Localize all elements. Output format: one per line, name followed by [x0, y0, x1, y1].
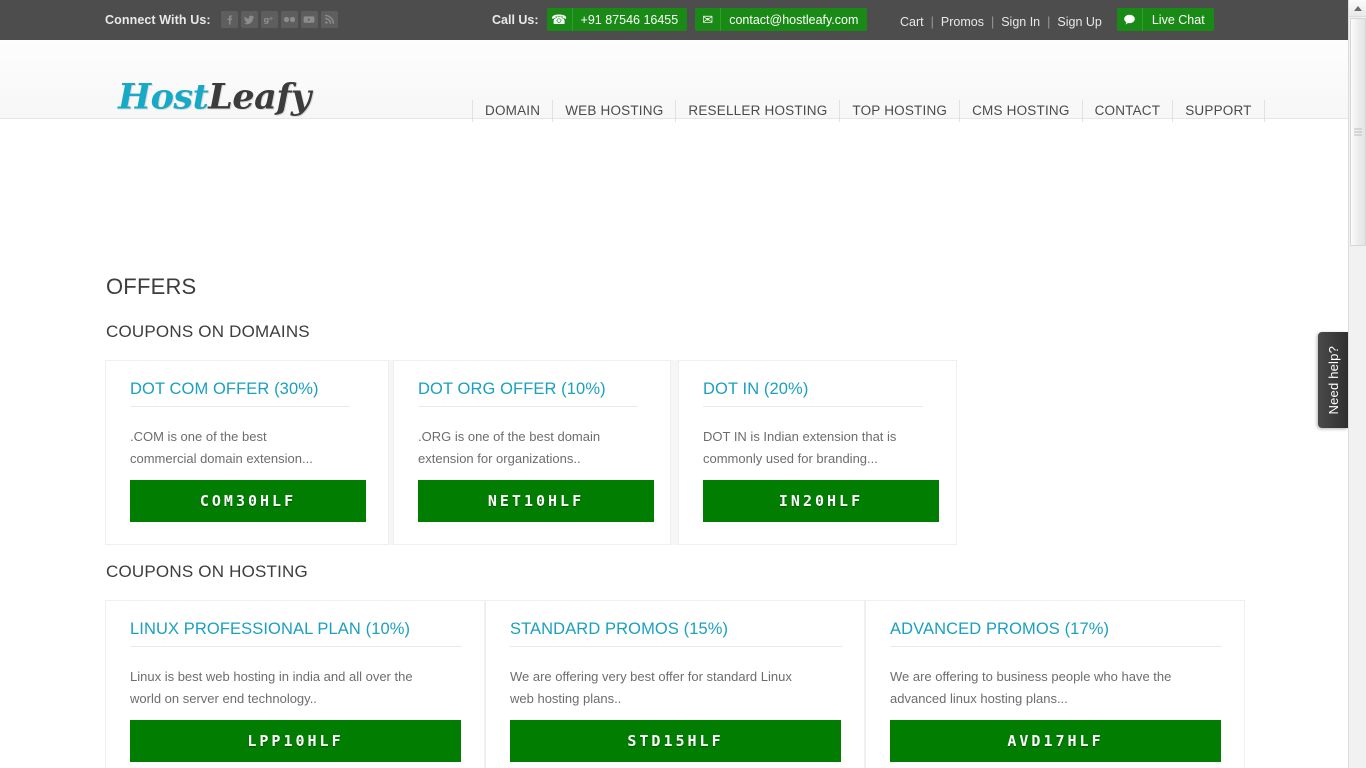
desc-line-2: extension for organizations..: [418, 451, 581, 466]
desc-line-1: .ORG is one of the best domain: [418, 429, 601, 444]
desc-line-2: world on server end technology..: [130, 691, 317, 706]
coupon-card-advanced-promos: ADVANCED PROMOS (17%) We are offering to…: [865, 600, 1245, 768]
svg-text:+: +: [269, 16, 274, 23]
nav-item-cms-hosting[interactable]: CMS HOSTING: [960, 100, 1083, 122]
nav-item-contact[interactable]: CONTACT: [1083, 100, 1174, 122]
coupon-card-description: .COM is one of the best commercial domai…: [130, 426, 370, 470]
coupon-code-button-avd17hlf[interactable]: AVD17HLF: [890, 720, 1221, 762]
link-separator-1: |: [930, 14, 934, 29]
phone-number: +91 87546 16455: [580, 12, 679, 27]
nav-item-support[interactable]: SUPPORT: [1173, 100, 1265, 122]
card-divider: [418, 406, 638, 407]
phone-button[interactable]: ☎ +91 87546 16455: [546, 8, 688, 31]
envelope-icon: ✉: [695, 8, 722, 31]
logo-text-host: Host: [118, 76, 209, 118]
connect-with-us-label: Connect With Us:: [105, 12, 211, 27]
youtube-icon[interactable]: [300, 11, 318, 28]
scrollbar-thumb[interactable]: [1350, 18, 1366, 246]
scrollbar-grip-icon: [1354, 128, 1362, 136]
card-divider: [703, 406, 923, 407]
connect-with-us-group: Connect With Us: g +: [105, 11, 338, 28]
email-button[interactable]: ✉ contact@hostleafy.com: [695, 8, 868, 31]
desc-line-1: We are offering very best offer for stan…: [510, 669, 792, 684]
site-header: HostLeafy DOMAIN WEB HOSTING RESELLER HO…: [0, 40, 1348, 122]
desc-line-1: Linux is best web hosting in india and a…: [130, 669, 413, 684]
coupon-code-button-std15hlf[interactable]: STD15HLF: [510, 720, 841, 762]
card-divider: [130, 406, 350, 407]
card-divider: [890, 646, 1222, 647]
browser-viewport: Connect With Us: g + Call Us: ☎ +91 8754…: [0, 0, 1366, 768]
nav-item-domain[interactable]: DOMAIN: [472, 100, 554, 122]
vertical-scrollbar[interactable]: [1348, 0, 1366, 768]
flickr-icon[interactable]: [280, 11, 298, 28]
facebook-icon[interactable]: [220, 11, 238, 28]
coupon-code-button-net10hlf[interactable]: NET10HLF: [418, 480, 654, 522]
link-separator-2: |: [990, 14, 995, 29]
desc-line-1: DOT IN is Indian extension that is: [703, 429, 897, 444]
coupon-card-title: DOT COM OFFER (30%): [130, 380, 319, 398]
coupon-card-description: Linux is best web hosting in india and a…: [130, 666, 470, 710]
live-chat-button[interactable]: Live Chat: [1116, 8, 1214, 31]
coupon-card-title: DOT IN (20%): [703, 380, 809, 398]
page-content: Connect With Us: g + Call Us: ☎ +91 8754…: [0, 0, 1348, 768]
logo-text-leafy: Leafy: [208, 76, 311, 118]
coupon-card-com: DOT COM OFFER (30%) .COM is one of the b…: [105, 360, 389, 545]
desc-line-2: commonly used for branding...: [703, 451, 878, 466]
main-navigation: DOMAIN WEB HOSTING RESELLER HOSTING TOP …: [472, 100, 1265, 122]
live-chat-label: Live Chat: [1151, 12, 1205, 27]
section-heading-hosting: COUPONS ON HOSTING: [106, 562, 308, 581]
desc-line-1: We are offering to business people who h…: [890, 669, 1172, 684]
contact-group: Call Us: ☎ +91 87546 16455 ✉ contact@hos…: [492, 8, 868, 31]
card-divider: [510, 646, 842, 647]
rss-icon[interactable]: [320, 11, 338, 28]
coupon-card-description: We are offering to business people who h…: [890, 666, 1235, 710]
social-icons-row: g +: [220, 11, 338, 28]
section-heading-domains: COUPONS ON DOMAINS: [106, 322, 310, 341]
scroll-up-arrow-icon[interactable]: [1349, 0, 1366, 17]
coupon-card-description: We are offering very best offer for stan…: [510, 666, 850, 710]
utility-topbar: Connect With Us: g + Call Us: ☎ +91 8754…: [0, 0, 1348, 40]
site-logo[interactable]: HostLeafy: [118, 80, 311, 115]
page-title: OFFERS: [106, 274, 197, 299]
coupon-card-title: LINUX PROFESSIONAL PLAN (10%): [130, 620, 411, 638]
sign-up-link[interactable]: Sign Up: [1057, 15, 1108, 29]
google-plus-icon[interactable]: g +: [260, 11, 278, 28]
coupon-card-in: DOT IN (20%) DOT IN is Indian extension …: [678, 360, 957, 545]
coupon-card-description: DOT IN is Indian extension that is commo…: [703, 426, 948, 470]
twitter-icon[interactable]: [240, 11, 258, 28]
coupon-card-linux-professional: LINUX PROFESSIONAL PLAN (10%) Linux is b…: [105, 600, 485, 768]
coupon-code-button-in20hlf[interactable]: IN20HLF: [703, 480, 939, 522]
coupon-card-title: ADVANCED PROMOS (17%): [890, 620, 1110, 638]
sign-in-link[interactable]: Sign In: [1001, 15, 1047, 29]
coupon-card-standard-promos: STANDARD PROMOS (15%) We are offering ve…: [485, 600, 865, 768]
coupon-card-org: DOT ORG OFFER (10%) .ORG is one of the b…: [393, 360, 671, 545]
chat-bubble-icon: [1117, 8, 1143, 31]
desc-line-2: advanced linux hosting plans...: [890, 691, 1068, 706]
nav-item-reseller-hosting[interactable]: RESELLER HOSTING: [676, 100, 841, 122]
link-separator-3: |: [1047, 14, 1051, 29]
nav-item-top-hosting[interactable]: TOP HOSTING: [840, 100, 961, 122]
desc-line-1: .COM is one of the best: [130, 429, 267, 444]
desc-line-2: web hosting plans..: [510, 691, 622, 706]
promos-link[interactable]: Promos: [941, 15, 991, 29]
need-help-label: Need help?: [1325, 345, 1341, 415]
call-us-label: Call Us:: [492, 12, 539, 27]
coupon-card-title: DOT ORG OFFER (10%): [418, 380, 606, 398]
desc-line-2: commercial domain extension...: [130, 451, 313, 466]
coupon-card-title: STANDARD PROMOS (15%): [510, 620, 729, 638]
coupon-code-button-lpp10hlf[interactable]: LPP10HLF: [130, 720, 461, 762]
coupon-code-button-com30hlf[interactable]: COM30HLF: [130, 480, 366, 522]
card-divider: [130, 646, 462, 647]
account-links: Cart | Promos | Sign In | Sign Up Live C…: [900, 8, 1214, 31]
need-help-tab[interactable]: Need help?: [1318, 332, 1348, 428]
email-address: contact@hostleafy.com: [729, 12, 859, 27]
cart-link[interactable]: Cart: [900, 15, 931, 29]
telephone-icon: ☎: [547, 8, 573, 31]
coupon-card-description: .ORG is one of the best domain extension…: [418, 426, 658, 470]
nav-item-web-hosting[interactable]: WEB HOSTING: [553, 100, 677, 122]
